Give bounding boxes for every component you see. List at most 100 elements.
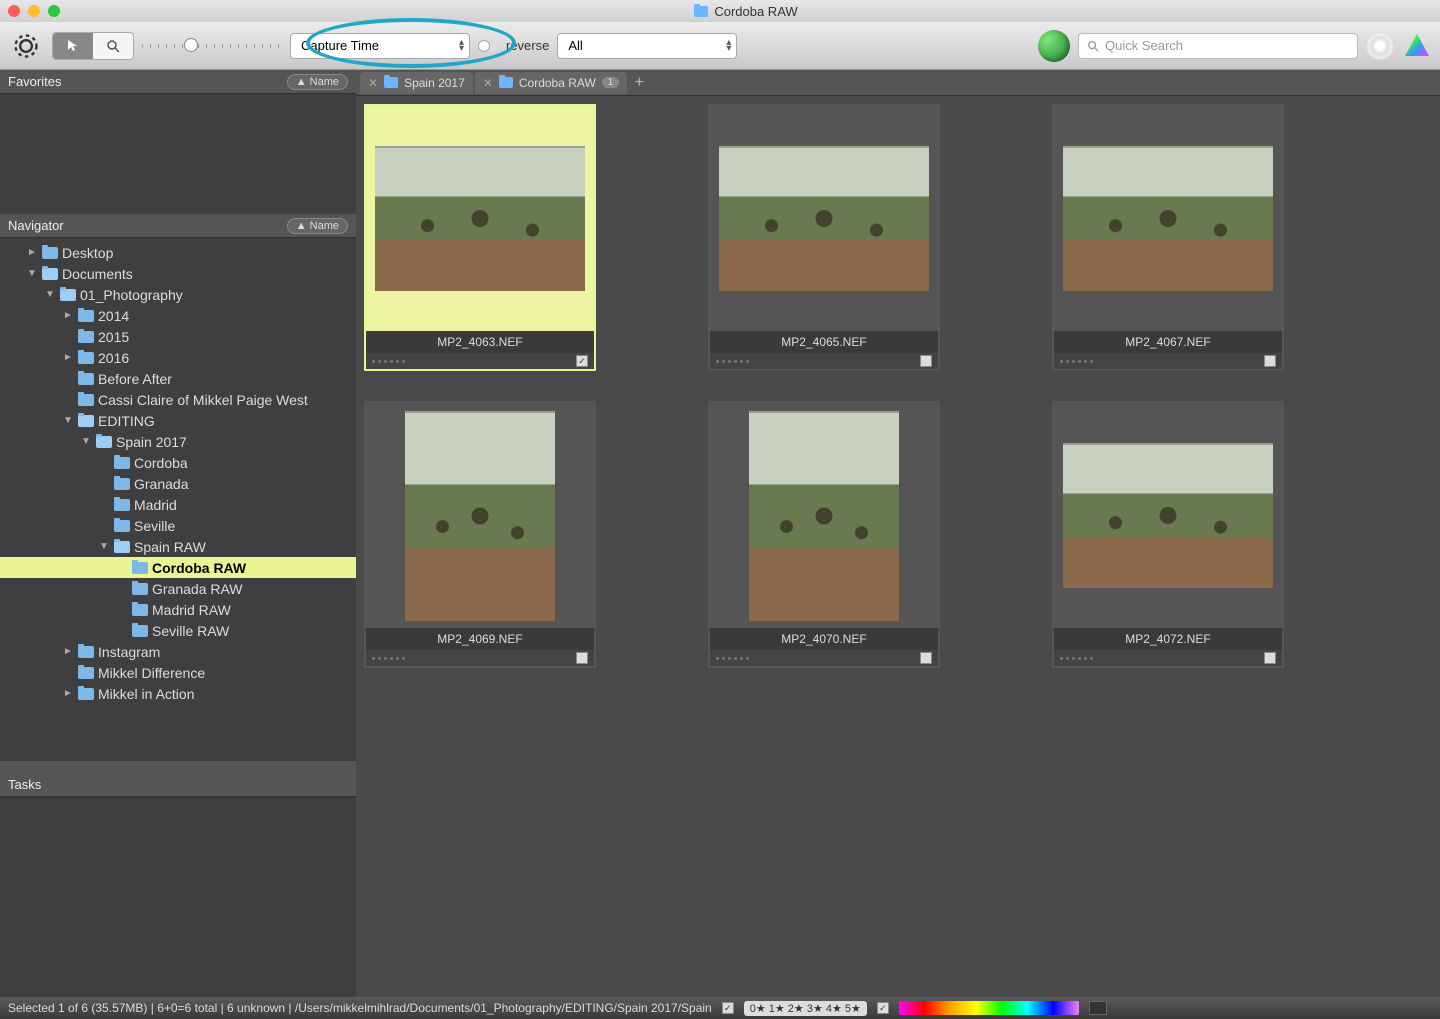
navigator-sort-button[interactable]: ▲ Name	[287, 218, 348, 234]
thumbnail-checkbox[interactable]	[576, 652, 588, 664]
star-rating-filter[interactable]: 0★ 1★ 2★ 3★ 4★ 5★	[744, 1001, 867, 1016]
thumbnail-size-slider[interactable]	[142, 36, 282, 56]
chevron-down-icon[interactable]: ▼	[44, 289, 56, 300]
navigator-tree[interactable]: ►Desktop▼Documents▼01_Photography►201420…	[0, 238, 356, 761]
thumbnail-meta: ✓	[366, 353, 594, 369]
tree-item-spain-2017[interactable]: ▼Spain 2017	[0, 431, 356, 452]
folder-icon	[78, 667, 94, 679]
pointer-icon	[66, 39, 80, 53]
favorites-body	[0, 94, 356, 214]
tree-item-documents[interactable]: ▼Documents	[0, 263, 356, 284]
close-icon[interactable]: ✕	[483, 76, 493, 90]
tree-item-2016[interactable]: ►2016	[0, 347, 356, 368]
horizontal-scrollbar[interactable]	[0, 761, 356, 773]
sort-dropdown[interactable]: Capture Time	[290, 33, 470, 59]
minimize-window-button[interactable]	[28, 5, 40, 17]
tree-item-mikkel-in-action[interactable]: ►Mikkel in Action	[0, 683, 356, 704]
thumbnail-image	[375, 146, 585, 291]
tree-item-granada-raw[interactable]: Granada RAW	[0, 578, 356, 599]
thumbnail-mp2-4065-nef[interactable]: MP2_4065.NEF	[708, 104, 940, 371]
status-checkbox-2[interactable]: ✓	[877, 1002, 889, 1014]
tree-item-desktop[interactable]: ►Desktop	[0, 242, 356, 263]
thumbnail-grid: MP2_4063.NEF✓ MP2_4065.NEF MP2_4067.NEF MP2…	[364, 104, 1432, 668]
thumbnail-filename: MP2_4072.NEF	[1054, 628, 1282, 650]
thumbnail-mp2-4063-nef[interactable]: MP2_4063.NEF✓	[364, 104, 596, 371]
rating-dots[interactable]	[716, 657, 749, 660]
chevron-down-icon[interactable]: ▼	[80, 436, 92, 447]
tree-item-2014[interactable]: ►2014	[0, 305, 356, 326]
chevron-right-icon[interactable]: ►	[62, 310, 74, 321]
rating-dots[interactable]	[1060, 360, 1093, 363]
tree-item-cordoba[interactable]: Cordoba	[0, 452, 356, 473]
rating-dots[interactable]	[372, 657, 405, 660]
thumbnail-mp2-4069-nef[interactable]: MP2_4069.NEF	[364, 401, 596, 668]
rating-dots[interactable]	[1060, 657, 1093, 660]
filter-dropdown[interactable]: All	[557, 33, 737, 59]
thumbnail-image	[1063, 146, 1273, 291]
chevron-right-icon[interactable]: ►	[62, 646, 74, 657]
thumbnail-mp2-4070-nef[interactable]: MP2_4070.NEF	[708, 401, 940, 668]
thumbnail-checkbox[interactable]	[1264, 355, 1276, 367]
chevron-right-icon[interactable]: ►	[62, 352, 74, 363]
pointer-tool-button[interactable]	[53, 33, 93, 59]
disc-icon[interactable]	[1366, 32, 1394, 60]
preferences-button[interactable]	[8, 28, 44, 64]
reverse-toggle[interactable]	[478, 40, 498, 52]
tree-item-madrid[interactable]: Madrid	[0, 494, 356, 515]
zoom-tool-button[interactable]	[93, 33, 133, 59]
folder-icon	[78, 415, 94, 427]
tree-item-label: Seville	[134, 518, 175, 534]
tree-item-cassi-claire-of-mikkel-paige-west[interactable]: Cassi Claire of Mikkel Paige West	[0, 389, 356, 410]
tree-item-instagram[interactable]: ►Instagram	[0, 641, 356, 662]
favorites-sort-button[interactable]: ▲ Name	[287, 74, 348, 90]
chevron-right-icon[interactable]: ►	[62, 688, 74, 699]
folder-icon	[78, 331, 94, 343]
maximize-window-button[interactable]	[48, 5, 60, 17]
close-icon[interactable]: ✕	[368, 76, 378, 90]
thumbnail-filename: MP2_4070.NEF	[710, 628, 938, 650]
chevron-right-icon[interactable]: ►	[26, 247, 38, 258]
thumbnail-mp2-4072-nef[interactable]: MP2_4072.NEF	[1052, 401, 1284, 668]
thumbnail-checkbox[interactable]	[920, 355, 932, 367]
folder-icon	[114, 520, 130, 532]
thumbnail-image	[1063, 443, 1273, 588]
thumbnail-checkbox[interactable]: ✓	[576, 355, 588, 367]
tree-item-label: EDITING	[98, 413, 155, 429]
thumbnail-checkbox[interactable]	[1264, 652, 1276, 664]
status-checkbox[interactable]: ✓	[722, 1002, 734, 1014]
tree-item-spain-raw[interactable]: ▼Spain RAW	[0, 536, 356, 557]
add-tab-button[interactable]: +	[629, 74, 649, 92]
tree-item-mikkel-difference[interactable]: Mikkel Difference	[0, 662, 356, 683]
color-spectrum[interactable]	[899, 1001, 1079, 1015]
tree-item-madrid-raw[interactable]: Madrid RAW	[0, 599, 356, 620]
slider-thumb[interactable]	[184, 38, 198, 52]
search-placeholder: Quick Search	[1105, 38, 1183, 53]
color-swatch[interactable]	[1089, 1001, 1107, 1015]
tree-item-seville[interactable]: Seville	[0, 515, 356, 536]
tab-spain-2017[interactable]: ✕ Spain 2017	[360, 72, 473, 94]
tree-item-before-after[interactable]: Before After	[0, 368, 356, 389]
tree-item-cordoba-raw[interactable]: Cordoba RAW	[0, 557, 356, 578]
rating-dots[interactable]	[716, 360, 749, 363]
tab-label: Spain 2017	[404, 76, 465, 90]
tree-item-editing[interactable]: ▼ EDITING	[0, 410, 356, 431]
chevron-down-icon[interactable]: ▼	[98, 541, 110, 552]
thumbnail-checkbox[interactable]	[920, 652, 932, 664]
chevron-down-icon[interactable]: ▼	[26, 268, 38, 279]
tree-item-01-photography[interactable]: ▼01_Photography	[0, 284, 356, 305]
close-window-button[interactable]	[8, 5, 20, 17]
search-input[interactable]: Quick Search	[1078, 33, 1358, 59]
globe-icon[interactable]	[1038, 30, 1070, 62]
tree-item-granada[interactable]: Granada	[0, 473, 356, 494]
rating-dots[interactable]	[372, 360, 405, 363]
color-profile-icon[interactable]	[1402, 31, 1432, 61]
tree-item-seville-raw[interactable]: Seville RAW	[0, 620, 356, 641]
tree-item-2015[interactable]: 2015	[0, 326, 356, 347]
tab-cordoba-raw[interactable]: ✕Cordoba RAW1	[475, 72, 628, 94]
thumbnail-mp2-4067-nef[interactable]: MP2_4067.NEF	[1052, 104, 1284, 371]
titlebar: Cordoba RAW	[0, 0, 1440, 22]
main-area: Favorites ▲ Name Navigator ▲ Name ►Deskt…	[0, 70, 1440, 997]
chevron-down-icon[interactable]: ▼	[62, 415, 74, 426]
folder-icon	[78, 646, 94, 658]
folder-icon	[78, 688, 94, 700]
